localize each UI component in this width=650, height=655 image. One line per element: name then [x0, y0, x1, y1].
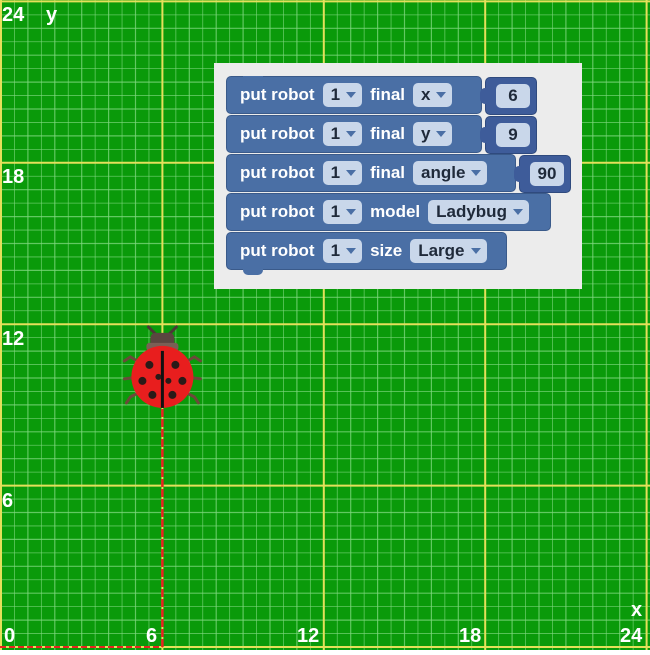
robot-id-value: 1 [330, 241, 341, 260]
size-dropdown[interactable]: Large [410, 239, 487, 263]
y-tick-12: 12 [2, 328, 24, 350]
block-keyword: final [370, 163, 406, 182]
size-value: Large [418, 241, 465, 260]
x-tick-6: 6 [146, 625, 157, 647]
chevron-down-icon [512, 209, 523, 215]
blocks-workspace[interactable]: put robot 1 final x 6 put robot 1 final … [214, 63, 582, 289]
chevron-down-icon [346, 92, 357, 98]
y-tick-6: 6 [2, 490, 13, 512]
block-keyword: model [370, 202, 421, 221]
robot-id-value: 1 [330, 124, 341, 143]
chevron-down-icon [436, 92, 447, 98]
chevron-down-icon [471, 170, 482, 176]
x-tick-0: 0 [4, 625, 15, 647]
y-tick-18: 18 [2, 166, 24, 188]
put-robot-size-block[interactable]: put robot 1 size Large [226, 232, 507, 275]
x-tick-18: 18 [459, 625, 481, 647]
put-robot-angle-block[interactable]: put robot 1 final angle 90 [226, 154, 571, 193]
number-input[interactable]: 6 [496, 84, 530, 108]
number-input[interactable]: 9 [496, 123, 530, 147]
y-axis-name: y [46, 4, 58, 26]
y-tick-24: 24 [2, 4, 25, 26]
block-prefix: put robot [240, 163, 315, 182]
chevron-down-icon [346, 170, 357, 176]
param-value: x [421, 85, 431, 104]
chevron-down-icon [346, 131, 357, 137]
block-prefix: put robot [240, 241, 315, 260]
chevron-down-icon [470, 248, 481, 254]
value-block[interactable]: 9 [480, 116, 537, 154]
robot-stage: 0 6 12 18 24 x 6 12 18 24 y put robot 1 … [0, 0, 650, 650]
robot-id-dropdown[interactable]: 1 [322, 239, 363, 263]
chevron-down-icon [346, 248, 357, 254]
param-value: y [421, 124, 431, 143]
robot-id-dropdown[interactable]: 1 [322, 161, 363, 185]
robot-id-dropdown[interactable]: 1 [322, 200, 363, 224]
robot-id-value: 1 [330, 163, 341, 182]
param-value: angle [421, 163, 466, 182]
value-block[interactable]: 90 [514, 155, 571, 193]
block-prefix: put robot [240, 202, 315, 221]
param-dropdown[interactable]: y [413, 122, 453, 146]
block-keyword: size [370, 241, 403, 260]
x-axis-name: x [631, 599, 642, 621]
x-tick-24: 24 [620, 625, 643, 647]
block-prefix: put robot [240, 124, 315, 143]
value-block[interactable]: 6 [480, 77, 537, 115]
put-robot-x-block[interactable]: put robot 1 final x 6 [226, 76, 537, 115]
param-dropdown[interactable]: angle [413, 161, 488, 185]
block-keyword: final [370, 85, 406, 104]
block-keyword: final [370, 124, 406, 143]
robot-id-dropdown[interactable]: 1 [322, 122, 363, 146]
block-prefix: put robot [240, 85, 315, 104]
put-robot-model-block[interactable]: put robot 1 model Ladybug [226, 193, 551, 231]
robot-id-value: 1 [330, 202, 341, 221]
robot-id-value: 1 [330, 85, 341, 104]
model-value: Ladybug [436, 202, 507, 221]
model-dropdown[interactable]: Ladybug [428, 200, 529, 224]
chevron-down-icon [346, 209, 357, 215]
x-tick-12: 12 [297, 625, 319, 647]
chevron-down-icon [436, 131, 447, 137]
param-dropdown[interactable]: x [413, 83, 453, 107]
put-robot-y-block[interactable]: put robot 1 final y 9 [226, 115, 537, 154]
robot-id-dropdown[interactable]: 1 [322, 83, 363, 107]
number-input[interactable]: 90 [530, 162, 564, 186]
